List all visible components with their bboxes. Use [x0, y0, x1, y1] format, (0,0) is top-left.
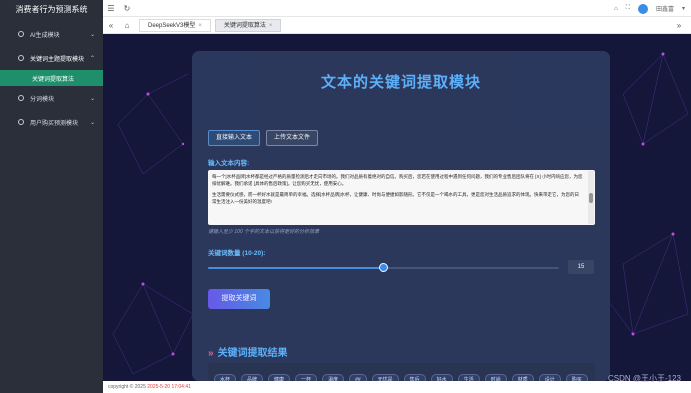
- watermark: CSDN @王小王-123: [607, 374, 681, 383]
- double-chevron-right-icon[interactable]: »: [671, 21, 687, 30]
- keyword-tag: 购买: [565, 374, 588, 381]
- copyright-text: copyright © 2025: [108, 384, 146, 390]
- slider-thumb[interactable]: [379, 263, 388, 272]
- keyword-tag: 温度: [322, 374, 345, 381]
- user-name[interactable]: 田鑫富: [656, 4, 674, 13]
- text-paragraph: 生活需要仪式感，而一杯好水就是最简单的幸福。选择[水杯品牌]水杯，让健康、时尚与…: [212, 192, 579, 204]
- keyword-panel: 文本的关键词提取模块 直接输入文本 上传文本文件 输入文本内容: 每一个[水杯品…: [192, 51, 610, 381]
- gear-icon: [18, 31, 24, 37]
- keyword-tag: 设计: [538, 374, 561, 381]
- scrollbar-thumb[interactable]: [589, 193, 593, 203]
- keyword-tag: 一杯: [295, 374, 318, 381]
- tab-deepseek[interactable]: DeepSeekV3模型 ×: [139, 18, 211, 32]
- chevron-down-icon: ⌄: [89, 95, 95, 102]
- chevron-up-icon: ⌃: [89, 55, 95, 62]
- gear-icon: [18, 55, 24, 61]
- sidebar-item-label: 分词模块: [30, 96, 55, 103]
- scrollbar[interactable]: [588, 171, 594, 224]
- gear-icon: [18, 95, 24, 101]
- keyword-tag: 无忧是: [371, 374, 399, 381]
- keyword-tag: ##: [349, 374, 367, 381]
- chevron-down-icon: ⌄: [89, 119, 95, 126]
- tabs-bar: « ⌂ DeepSeekV3模型 × 关键词提取算法 × »: [103, 17, 691, 34]
- sidebar-item-segmentation[interactable]: 分词模块 ⌄: [0, 86, 103, 110]
- tab-label: DeepSeekV3模型: [148, 22, 196, 29]
- keyword-tag: 售后: [403, 374, 426, 381]
- main-content: 文本的关键词提取模块 直接输入文本 上传文本文件 输入文本内容: 每一个[水杯品…: [103, 34, 691, 381]
- sidebar-item-label: AI生成模块: [30, 32, 60, 39]
- home-icon[interactable]: ⌂: [119, 21, 135, 30]
- text-input[interactable]: 每一个[水杯品牌]水杯都是经过严格的质量检测后才走向市场的。我们对品质有着绝对的…: [208, 170, 595, 225]
- footer: copyright © 2025 2025-5-20 17:04:41: [103, 381, 691, 393]
- chevron-down-icon[interactable]: ▾: [682, 5, 685, 12]
- keyword-tag: 水杯: [214, 374, 237, 381]
- sidebar-item-keyword-topic[interactable]: 关键词主题提取模块 ⌃: [0, 46, 103, 70]
- double-chevron-left-icon[interactable]: «: [103, 21, 119, 30]
- app-title: 消费者行为预测系统: [0, 0, 103, 18]
- keyword-count-slider[interactable]: [208, 263, 559, 272]
- keyword-tag: 时尚: [484, 374, 507, 381]
- tab-upload-file[interactable]: 上传文本文件: [266, 130, 319, 146]
- app-root: 消费者行为预测系统 AI生成模块 ⌄ 关键词主题提取模块 ⌃ 关键词提取算法 分…: [0, 0, 691, 393]
- keyword-tag: 好水: [430, 374, 453, 381]
- keyword-tag: 品牌: [241, 374, 264, 381]
- sidebar-item-label: 关键词提取算法: [32, 76, 75, 83]
- tab-direct-input[interactable]: 直接输入文本: [208, 130, 261, 146]
- keyword-results: 水杯 品牌 健康 一杯 温度 ## 无忧是 售后 好水 生活 时尚 材质 设计 购买: [208, 363, 595, 381]
- result-title: » 关键词提取结果: [208, 344, 288, 359]
- sidebar-item-label: 关键词主题提取模块: [30, 56, 85, 63]
- tab-keyword-extraction[interactable]: 关键词提取算法 ×: [214, 18, 282, 32]
- refresh-icon[interactable]: ↻: [119, 4, 135, 13]
- keyword-tag: 健康: [268, 374, 291, 381]
- tag-icon[interactable]: ⌂: [614, 6, 618, 12]
- sidebar-item-label: 用户购买预测模块: [30, 120, 79, 127]
- input-label: 输入文本内容:: [208, 160, 250, 167]
- input-hint: 请输入至少 100 个字的文本以获得更好的分析效果: [208, 229, 320, 235]
- sidebar: 消费者行为预测系统 AI生成模块 ⌄ 关键词主题提取模块 ⌃ 关键词提取算法 分…: [0, 0, 103, 393]
- keyword-tag: 生活: [457, 374, 480, 381]
- page-title: 文本的关键词提取模块: [320, 74, 481, 91]
- result-title-text: 关键词提取结果: [217, 348, 288, 359]
- fullscreen-icon[interactable]: ⛶: [626, 5, 630, 12]
- footer-datetime: 2025-5-20 17:04:41: [147, 384, 191, 390]
- sidebar-item-ai-generate[interactable]: AI生成模块 ⌄: [0, 22, 103, 46]
- top-navbar: ☰ ↻ ⌂ ⛶ 田鑫富 ▾: [103, 0, 691, 17]
- sidebar-item-keyword-extraction[interactable]: 关键词提取算法: [0, 70, 103, 86]
- chevron-down-icon: ⌄: [89, 31, 95, 38]
- menu-toggle-icon[interactable]: ☰: [103, 4, 119, 13]
- extract-keywords-button[interactable]: 提取关键词: [208, 289, 270, 309]
- text-paragraph: 每一个[水杯品牌]水杯都是经过严格的质量检测后才走向市场的。我们对品质有着绝对的…: [212, 174, 583, 186]
- sidebar-item-purchase-prediction[interactable]: 用户购买预测模块 ⌄: [0, 110, 103, 134]
- navbar-right: ⌂ ⛶ 田鑫富 ▾: [614, 0, 685, 17]
- avatar[interactable]: [637, 3, 648, 14]
- keyword-tag: 材质: [511, 374, 534, 381]
- close-icon[interactable]: ×: [269, 23, 273, 29]
- tab-label: 关键词提取算法: [223, 22, 266, 29]
- close-icon[interactable]: ×: [198, 23, 202, 29]
- keyword-count-label: 关键词数量 (10-20):: [208, 250, 266, 257]
- gear-icon: [18, 119, 24, 125]
- slider-fill: [208, 267, 384, 269]
- keyword-count-input[interactable]: 15: [568, 260, 594, 274]
- double-chevron-right-icon: »: [208, 348, 214, 359]
- sidebar-menu: AI生成模块 ⌄ 关键词主题提取模块 ⌃ 关键词提取算法 分词模块 ⌄ 用户购买…: [0, 22, 103, 134]
